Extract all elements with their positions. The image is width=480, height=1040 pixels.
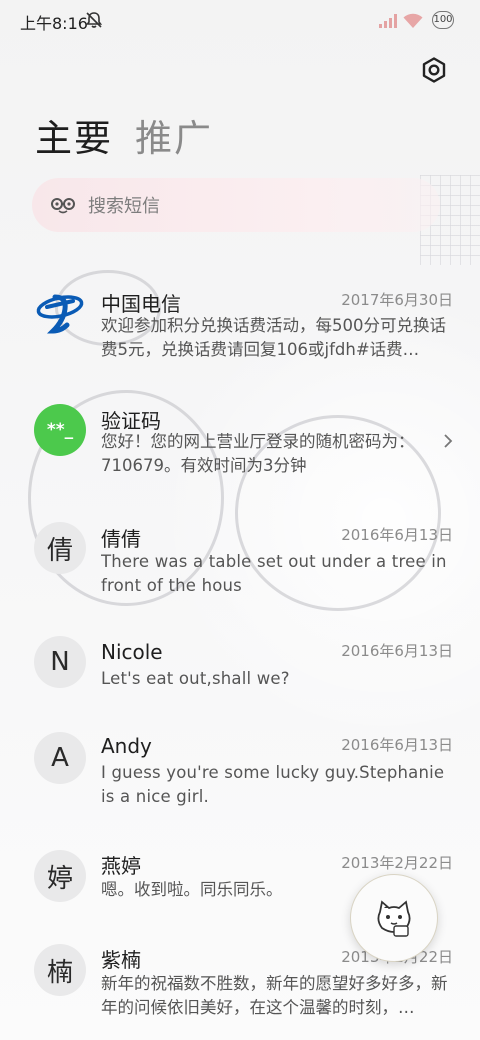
avatar-text: 楠 [46, 957, 73, 988]
china-telecom-logo-icon [34, 286, 86, 338]
sender-name: Nicole [101, 640, 163, 664]
status-time: 上午8:16 [20, 14, 88, 33]
status-bar: 上午8:16 100 [0, 0, 480, 40]
gear-icon [422, 57, 446, 83]
list-item-verification-code[interactable]: **_ 验证码 您好！您的网上营业厅登录的随机密码为：710679。有效时间为3… [0, 400, 480, 485]
battery-icon: 100 [432, 11, 454, 29]
message-snippet: 您好！您的网上营业厅登录的随机密码为：710679。有效时间为3分钟 [101, 432, 415, 475]
avatar: 倩 [34, 522, 86, 574]
message-snippet: 新年的祝福数不胜数，新年的愿望好多好多，新年的问候依旧美好，在这个温馨的时刻，… [101, 974, 448, 1017]
sender-name: Andy [101, 734, 152, 758]
message-snippet: 欢迎参加积分兑换话费活动，每500分可兑换话费5元，兑换话费请回复106或jfd… [101, 316, 446, 359]
avatar-text: 婷 [46, 863, 73, 894]
message-snippet: Let's eat out,shall we? [101, 669, 290, 688]
avatar-text: 倩 [46, 535, 73, 566]
tab-bar: 主要 推广 [35, 113, 213, 165]
mute-icon [84, 10, 104, 30]
wifi-icon [402, 12, 424, 30]
avatar-text: A [51, 743, 69, 773]
cat-compose-icon [377, 900, 411, 937]
avatar: 婷 [34, 850, 86, 902]
message-date: 2016年6月13日 [341, 526, 453, 544]
message-date: 2017年6月30日 [341, 291, 453, 309]
list-item-conversation[interactable]: A Andy 2016年6月13日 I guess you're some lu… [0, 732, 480, 822]
signal-icon [378, 13, 400, 29]
settings-button[interactable] [418, 54, 450, 86]
message-date: 2016年6月13日 [341, 736, 453, 754]
tab-primary[interactable]: 主要 [35, 113, 113, 165]
list-item-china-telecom[interactable]: 中国电信 2017年6月30日 欢迎参加积分兑换话费活动，每500分可兑换话费5… [0, 282, 480, 382]
search-bar[interactable]: 搜索短信 [32, 178, 440, 232]
message-date: 2013年2月22日 [341, 854, 453, 872]
compose-button[interactable] [350, 874, 438, 962]
list-item-conversation[interactable]: N Nicole 2016年6月13日 Let's eat out,shall … [0, 636, 480, 706]
avatar: 楠 [34, 944, 86, 996]
sender-name: 燕婷 [101, 854, 141, 878]
sender-name: 中国电信 [101, 292, 181, 316]
avatar-text: **_ [46, 420, 74, 440]
search-icon [50, 195, 76, 215]
search-input[interactable]: 搜索短信 [88, 192, 160, 218]
tab-promotions[interactable]: 推广 [135, 113, 213, 165]
message-snippet: There was a table set out under a tree i… [101, 552, 447, 595]
avatar: N [34, 636, 86, 688]
sender-name: 紫楠 [101, 948, 141, 972]
list-item-conversation[interactable]: 倩 倩倩 2016年6月13日 There was a table set ou… [0, 518, 480, 613]
avatar-text: N [50, 647, 70, 677]
chevron-right-icon [442, 432, 454, 450]
message-date: 2016年6月13日 [341, 642, 453, 660]
sender-name: 倩倩 [101, 527, 141, 551]
verification-code-icon: **_ [34, 404, 86, 456]
avatar: A [34, 732, 86, 784]
message-snippet: I guess you're some lucky guy.Stephanie … [101, 763, 445, 806]
